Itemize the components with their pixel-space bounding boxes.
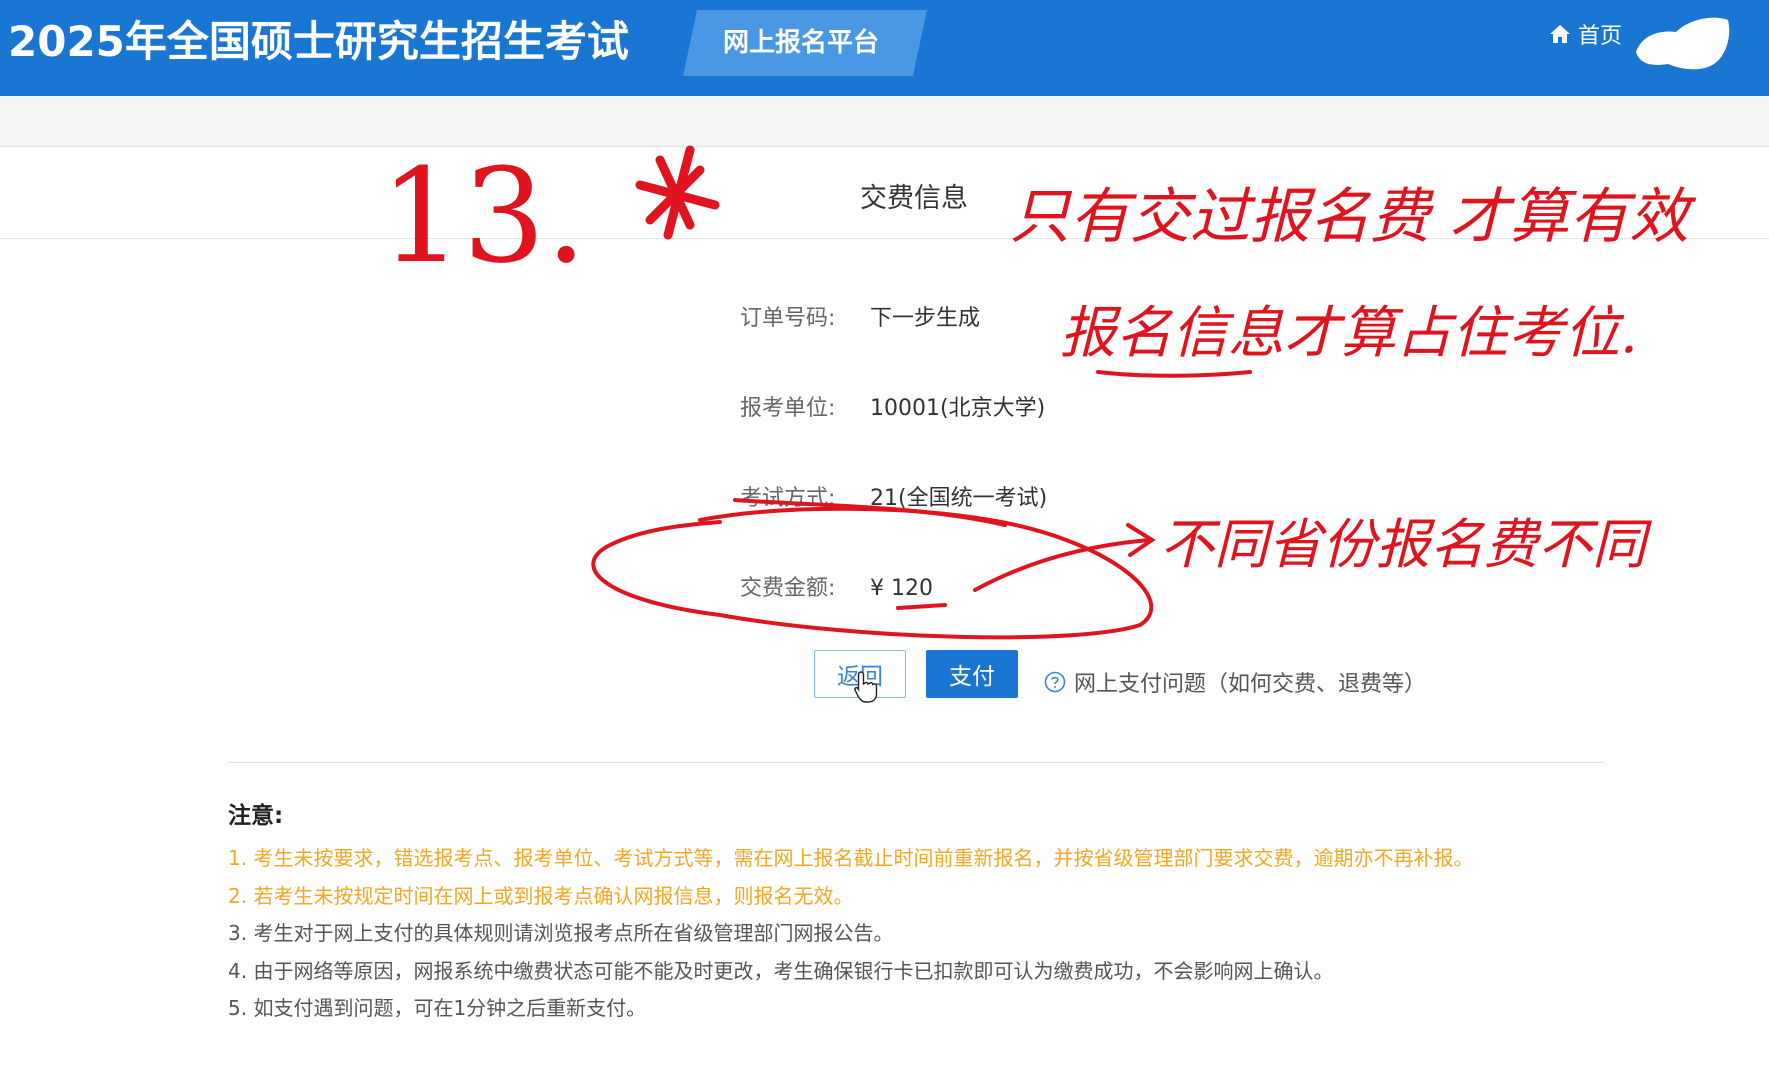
top-header-bar: 2025年全国硕士研究生招生考试 网上报名平台 首页 — [0, 0, 1769, 96]
platform-label: 网上报名平台 — [723, 28, 880, 58]
exam-method-value: 21(全国统一考试) — [870, 486, 1048, 511]
redaction-blob — [1636, 17, 1730, 70]
exam-method-row: 考试方式: 21(全国统一考试) — [740, 480, 1047, 512]
institution-value: 10001(北京大学) — [870, 396, 1046, 421]
arrow-head — [1126, 523, 1156, 557]
notice-item: 2. 若考生未按规定时间在网上或到报考点确认网报信息，则报名无效。 — [228, 883, 854, 908]
notice-divider — [228, 762, 1604, 763]
site-title: 2025年全国硕士研究生招生考试 — [8, 17, 629, 66]
notice-item: 5. 如支付遇到问题，可在1分钟之后重新支付。 — [228, 996, 647, 1020]
section-title: 交费信息 — [860, 183, 968, 214]
notice-item: 1. 考生未按要求，错选报考点、报考单位、考试方式等，需在网上报名截止时间前重新… — [228, 846, 1474, 870]
order-number-value: 下一步生成 — [870, 306, 981, 331]
order-number-label: 订单号码: — [740, 306, 836, 331]
notice-list: 1. 考生未按要求，错选报考点、报考单位、考试方式等，需在网上报名截止时间前重新… — [228, 840, 1473, 1028]
handwritten-note-line2: 报名信息才算占住考位. — [1060, 301, 1638, 366]
order-number-row: 订单号码: 下一步生成 — [740, 300, 980, 332]
hand-cursor-icon — [854, 671, 878, 703]
handwritten-note-line1: 只有交过报名费 才算有效 — [1010, 182, 1690, 252]
notice-item: 3. 考生对于网上支付的具体规则请浏览报考点所在省级管理部门网报公告。 — [228, 921, 894, 945]
home-link[interactable]: 首页 — [1548, 18, 1622, 50]
home-icon — [1550, 25, 1570, 43]
notice-title: 注意: — [228, 803, 284, 829]
fee-amount-value: ¥ 120 — [870, 576, 933, 601]
payment-help-label: 网上支付问题（如何交费、退费等） — [1074, 672, 1427, 697]
arrow-line — [973, 538, 1152, 592]
pay-button[interactable]: 支付 — [926, 650, 1018, 698]
info-underline — [1096, 370, 1252, 378]
payment-help-link[interactable]: 网上支付问题（如何交费、退费等） — [1044, 666, 1426, 698]
star-scribble — [635, 145, 720, 240]
exam-method-label: 考试方式: — [740, 486, 836, 511]
notice-item: 4. 由于网络等原因，网报系统中缴费状态可能不能及时更改，考生确保银行卡已扣款即… — [228, 958, 1334, 983]
amount-underline — [896, 603, 947, 610]
fee-amount-row: 交费金额: ¥ 120 — [740, 570, 933, 602]
home-label: 首页 — [1578, 24, 1623, 49]
sub-navigation-band — [0, 96, 1769, 147]
fee-amount-label: 交费金额: — [740, 576, 836, 601]
handwritten-fee-note: 不同省份报名费不同 — [1160, 513, 1646, 576]
institution-label: 报考单位: — [740, 396, 836, 421]
institution-row: 报考单位: 10001(北京大学) — [740, 390, 1045, 422]
question-circle-icon — [1044, 671, 1066, 693]
step-number-note: 13. — [380, 140, 587, 292]
